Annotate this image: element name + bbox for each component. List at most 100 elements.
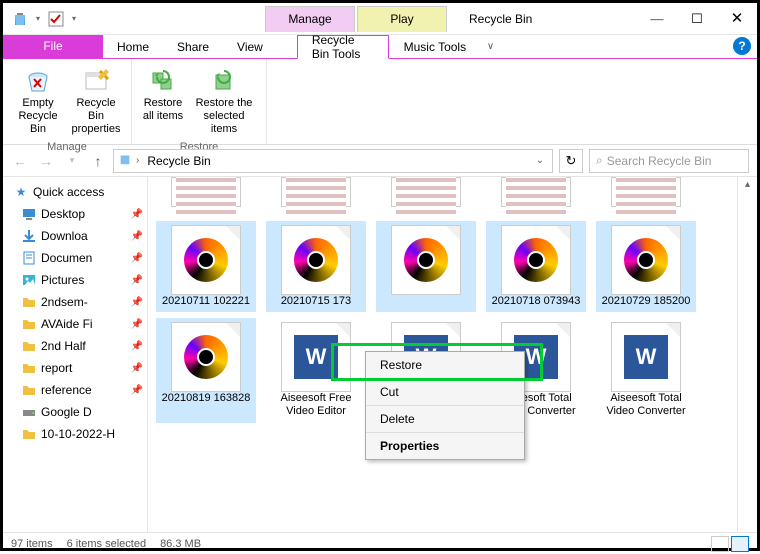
navigation-pane: ★ Quick access Desktop📌Downloa📌Documen📌P… xyxy=(3,177,148,532)
sidebar-item[interactable]: 2ndsem-📌 xyxy=(3,291,147,313)
file-item[interactable]: 444444 xyxy=(596,177,696,215)
document-thumbnail xyxy=(616,177,676,215)
context-menu-restore[interactable]: Restore xyxy=(366,352,524,379)
qat-caret[interactable]: ▾ xyxy=(33,8,43,30)
history-dropdown[interactable]: ▾ xyxy=(63,152,81,170)
contextual-tab-manage: Manage xyxy=(265,6,355,32)
sidebar-item[interactable]: Pictures📌 xyxy=(3,269,147,291)
breadcrumb-location[interactable]: Recycle Bin xyxy=(143,154,214,168)
sidebar-item-label: 2ndsem- xyxy=(41,295,88,309)
sidebar-quick-access[interactable]: ★ Quick access xyxy=(3,181,147,203)
folder-icon xyxy=(21,426,37,442)
ribbon-collapse-caret[interactable]: ∨ xyxy=(481,41,500,52)
qat-checkbox-icon[interactable] xyxy=(45,8,67,30)
music-icon xyxy=(184,238,228,282)
view-large-icons-button[interactable] xyxy=(731,536,749,552)
file-thumbnail: W xyxy=(611,322,681,392)
file-item[interactable]: 20210819 163828 xyxy=(156,318,256,422)
file-name: 20210819 163828 xyxy=(162,392,251,405)
ribbon: Empty Recycle Bin Recycle Bin properties… xyxy=(3,59,757,145)
folder-icon xyxy=(21,316,37,332)
button-label: Restore the selected items xyxy=(190,97,258,137)
status-selection-count: 6 items selected xyxy=(67,538,146,550)
music-icon xyxy=(184,335,228,379)
sidebar-item[interactable]: reference📌 xyxy=(3,379,147,401)
tab-file[interactable]: File xyxy=(3,35,103,59)
context-menu-delete[interactable]: Delete xyxy=(366,406,524,433)
maximize-button[interactable]: ☐ xyxy=(677,5,717,33)
file-item[interactable]: W Aiseesoft Free Video Editor xyxy=(266,318,366,422)
sidebar-item[interactable]: Downloa📌 xyxy=(3,225,147,247)
star-icon: ★ xyxy=(13,184,29,200)
file-item[interactable]: 20210729 185200 xyxy=(596,221,696,312)
search-box[interactable]: ⌕ Search Recycle Bin xyxy=(589,149,749,173)
address-dropdown[interactable]: ⌄ xyxy=(532,155,548,166)
file-item[interactable]: 20210711 102221 xyxy=(156,221,256,312)
scrollbar[interactable]: ▴ xyxy=(737,177,757,532)
minimize-button[interactable]: — xyxy=(637,5,677,33)
file-name: 20210718 073943 xyxy=(492,295,581,308)
word-icon: W xyxy=(624,335,668,379)
restore-selected-icon xyxy=(208,65,240,97)
file-item[interactable]: 44444 xyxy=(486,177,586,215)
up-button[interactable]: ↑ xyxy=(89,152,107,170)
file-thumbnail xyxy=(281,225,351,295)
recycle-bin-properties-button[interactable]: Recycle Bin properties xyxy=(67,63,125,141)
back-button[interactable]: ← xyxy=(11,152,29,170)
document-thumbnail xyxy=(396,177,456,215)
restore-selected-items-button[interactable]: Restore the selected items xyxy=(188,63,260,141)
file-name: Aiseesoft Free Video Editor xyxy=(268,392,364,418)
sidebar-item[interactable]: Google D xyxy=(3,401,147,423)
tab-music-tools[interactable]: Music Tools xyxy=(389,35,481,59)
qat-icon-recyclebin[interactable] xyxy=(9,8,31,30)
sidebar-item[interactable]: AVAide Fi📌 xyxy=(3,313,147,335)
address-path[interactable]: › Recycle Bin ⌄ xyxy=(113,149,553,173)
file-item[interactable]: 20210715 173 xyxy=(266,221,366,312)
music-icon xyxy=(404,238,448,282)
breadcrumb-separator[interactable]: › xyxy=(136,155,139,166)
quick-access-toolbar: ▾ ▾ xyxy=(3,8,85,30)
help-button[interactable]: ? xyxy=(733,37,751,55)
tab-share[interactable]: Share xyxy=(163,35,223,59)
tab-view[interactable]: View xyxy=(223,35,277,59)
sidebar-item-label: reference xyxy=(41,383,92,397)
tab-home[interactable]: Home xyxy=(103,35,163,59)
context-menu-properties[interactable]: Properties xyxy=(366,433,524,459)
empty-recycle-bin-button[interactable]: Empty Recycle Bin xyxy=(9,63,67,141)
pin-icon: 📌 xyxy=(131,231,143,242)
tab-recycle-bin-tools[interactable]: Recycle Bin Tools xyxy=(297,35,389,59)
drive-icon xyxy=(21,404,37,420)
window-controls: — ☐ ✕ xyxy=(637,5,757,33)
file-item[interactable]: 2022-10-11_150153 xyxy=(156,177,256,215)
file-item[interactable]: 20210718 073943 xyxy=(486,221,586,312)
sidebar-item[interactable]: report📌 xyxy=(3,357,147,379)
folder-icon xyxy=(21,382,37,398)
document-thumbnail xyxy=(176,177,236,215)
word-icon: W xyxy=(294,335,338,379)
sidebar-item[interactable]: 2nd Half📌 xyxy=(3,335,147,357)
file-name: 20210711 102221 xyxy=(162,295,250,308)
close-button[interactable]: ✕ xyxy=(717,5,757,33)
search-icon: ⌕ xyxy=(596,153,603,168)
file-item[interactable]: 4444 xyxy=(266,177,366,215)
file-thumbnail xyxy=(391,225,461,295)
sidebar-item[interactable]: Desktop📌 xyxy=(3,203,147,225)
title-bar: ▾ ▾ Manage Play Recycle Bin — ☐ ✕ xyxy=(3,3,757,35)
restore-all-items-button[interactable]: Restore all items xyxy=(138,63,188,141)
context-menu-cut[interactable]: Cut xyxy=(366,379,524,406)
folder-icon xyxy=(21,338,37,354)
file-item[interactable] xyxy=(376,221,476,312)
sidebar-item[interactable]: Documen📌 xyxy=(3,247,147,269)
file-item[interactable]: WAiseesoft Total Video Converter xyxy=(596,318,696,422)
view-details-button[interactable] xyxy=(711,536,729,552)
qat-caret-2[interactable]: ▾ xyxy=(69,8,79,30)
refresh-button[interactable]: ↻ xyxy=(559,149,583,173)
empty-recycle-bin-icon xyxy=(22,65,54,97)
pin-icon: 📌 xyxy=(131,341,143,352)
search-placeholder: Search Recycle Bin xyxy=(607,154,712,168)
sidebar-item[interactable]: 10-10-2022-H xyxy=(3,423,147,445)
forward-button[interactable]: → xyxy=(37,152,55,170)
file-item[interactable]: 4444 - Copy xyxy=(376,177,476,215)
pin-icon: 📌 xyxy=(131,209,143,220)
contextual-tabs: Manage Play xyxy=(265,6,449,32)
